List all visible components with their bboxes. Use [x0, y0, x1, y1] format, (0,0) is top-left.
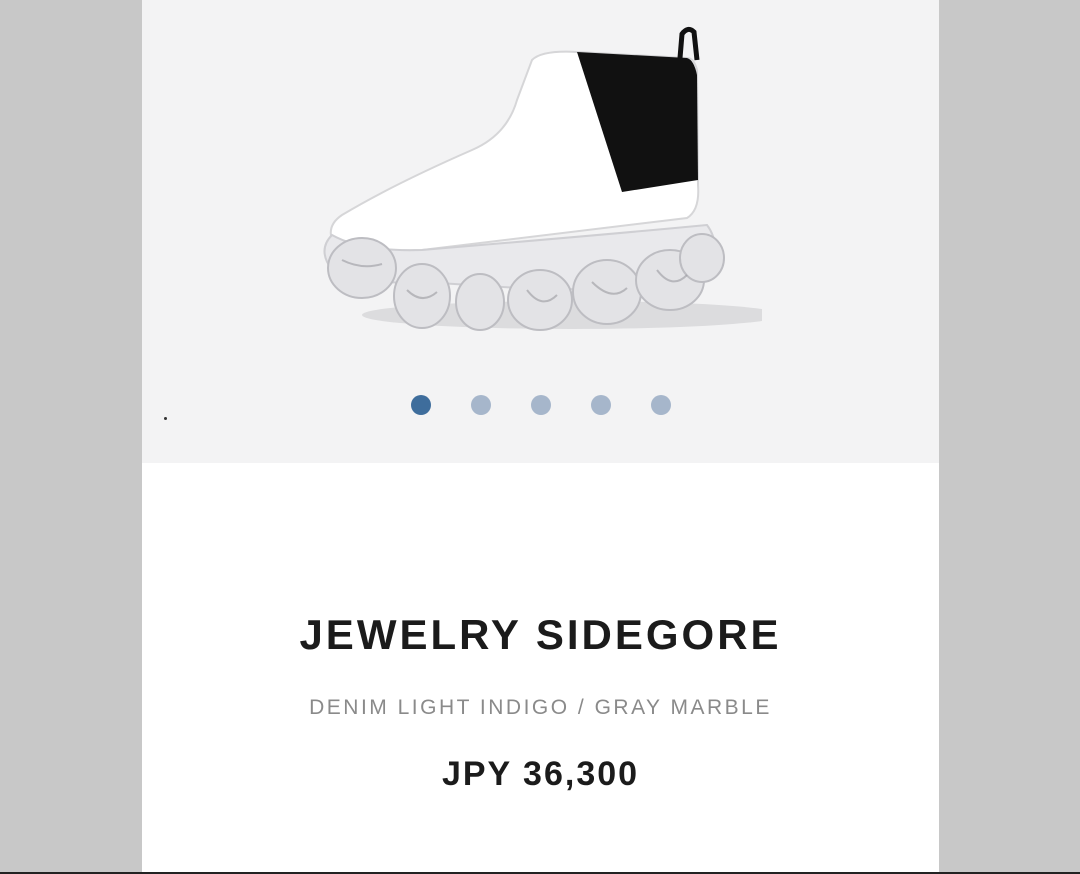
carousel-dot-3[interactable]	[530, 395, 551, 415]
carousel-dot-1[interactable]	[410, 395, 431, 415]
carousel-dot-4[interactable]	[590, 395, 611, 415]
carousel-dot-5[interactable]	[650, 395, 671, 415]
carousel-dot-2[interactable]	[470, 395, 491, 415]
product-gallery[interactable]	[142, 0, 939, 463]
carousel-dots	[142, 395, 939, 415]
product-price: JPY 36,300	[441, 755, 640, 793]
product-color: DENIM LIGHT INDIGO / GRAY MARBLE	[309, 696, 772, 719]
product-page: JEWELRY SIDEGORE DENIM LIGHT INDIGO / GR…	[142, 0, 939, 874]
image-speck	[164, 417, 167, 420]
product-title: JEWELRY SIDEGORE	[299, 611, 782, 658]
product-image	[323, 26, 762, 331]
product-info: JEWELRY SIDEGORE DENIM LIGHT INDIGO / GR…	[142, 463, 939, 874]
